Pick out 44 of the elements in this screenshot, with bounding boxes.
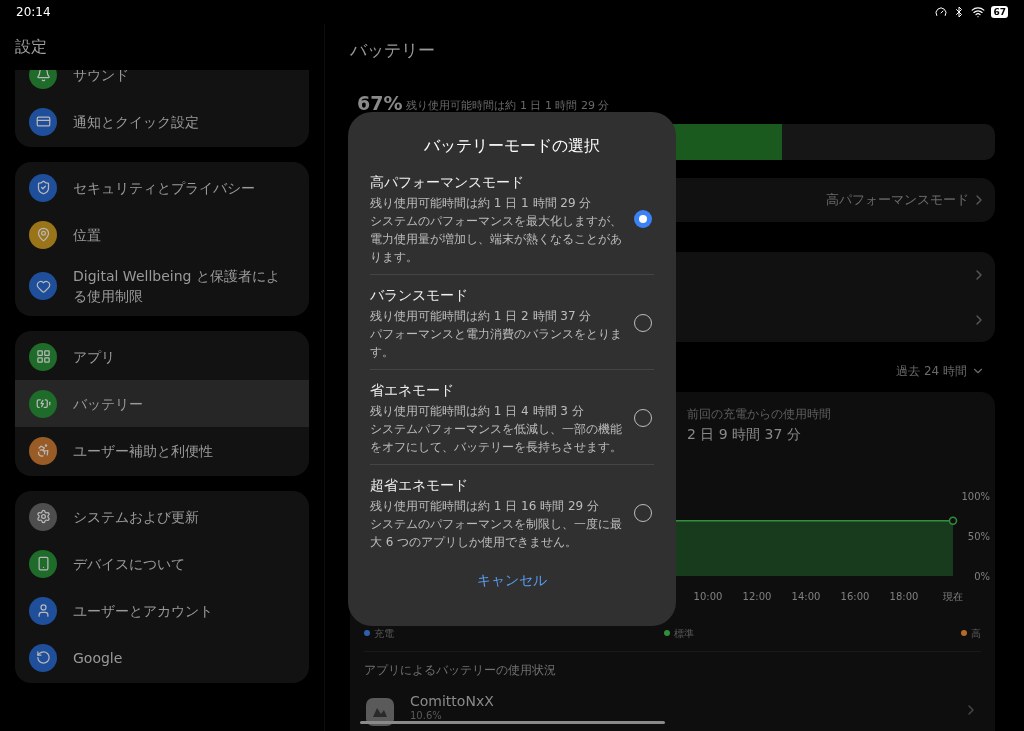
x-tick-label: 10:00 bbox=[693, 591, 723, 602]
y-tick-label: 100% bbox=[961, 491, 990, 502]
usage-value: 2 日 9 時間 37 分 bbox=[687, 425, 802, 444]
mode-value: 高パフォーマンスモード bbox=[826, 191, 969, 210]
sidebar-item-label: セキュリティとプライバシー bbox=[73, 178, 256, 198]
sidebar-item-label: アプリ bbox=[73, 347, 116, 367]
battery-indicator: 67 bbox=[991, 6, 1008, 18]
option-description: 残り使用可能時間は約 1 日 2 時間 37 分 パフォーマンスと電力消費のバランスをとります。 bbox=[370, 308, 622, 361]
sidebar-title: 設定 bbox=[15, 36, 47, 58]
sidebar-item-label: Google bbox=[73, 648, 124, 668]
sidebar-item-label: 位置 bbox=[73, 225, 102, 245]
apps-usage-title: アプリによるバッテリーの使用状況 bbox=[364, 662, 556, 679]
option-description: 残り使用可能時間は約 1 日 1 時間 29 分 システムのパフォーマンスを最大化しますが、電力使用量が増加し、端末が熱くなることがあります。 bbox=[370, 195, 622, 266]
sidebar-item-label: デバイスについて bbox=[73, 554, 186, 574]
status-time: 20:14 bbox=[16, 4, 51, 21]
remaining-time: 残り使用可能時間は約 1 日 1 時間 29 分 bbox=[406, 98, 610, 114]
x-tick-label: 14:00 bbox=[791, 591, 821, 602]
usage-label: 前回の充電からの使用時間 bbox=[687, 406, 832, 422]
option-description: 残り使用可能時間は約 1 日 16 時間 29 分 システムのパフォーマンスを制限し、一度に最大 6 つのアプリしか使用できません。 bbox=[370, 498, 622, 551]
sidebar-item-label: ユーザーとアカウント bbox=[73, 601, 214, 621]
battery-percent: 67% bbox=[357, 92, 403, 114]
sidebar-item-label: バッテリー bbox=[73, 394, 144, 414]
option-title: 高パフォーマンスモード bbox=[370, 173, 525, 192]
legend-label: 高 bbox=[971, 626, 981, 641]
x-tick-label: 16:00 bbox=[840, 591, 870, 602]
option-title: バランスモード bbox=[370, 286, 469, 305]
legend-label: 標準 bbox=[674, 626, 694, 641]
x-tick-label: 12:00 bbox=[742, 591, 772, 602]
x-tick-label: 現在 bbox=[943, 591, 963, 602]
dialog-title: バッテリーモードの選択 bbox=[424, 135, 600, 157]
option-title: 超省エネモード bbox=[370, 476, 469, 495]
sidebar-item-label: Digital Wellbeing と保護者による使用制限 bbox=[73, 267, 281, 306]
x-tick-label: 18:00 bbox=[889, 591, 919, 602]
legend-label: 充電 bbox=[374, 626, 394, 641]
page-title: バッテリー bbox=[350, 39, 435, 63]
option-title: 省エネモード bbox=[370, 381, 455, 400]
sidebar-item-label: ユーザー補助と利便性 bbox=[73, 441, 214, 461]
y-tick-label: 0% bbox=[974, 571, 990, 582]
app-share: 10.6% bbox=[410, 710, 443, 722]
sidebar-item-label: 通知とクイック設定 bbox=[73, 112, 200, 132]
app-name: ComittoNxX bbox=[410, 692, 494, 710]
y-tick-label: 50% bbox=[967, 531, 990, 542]
sidebar-item-label: システムおよび更新 bbox=[73, 507, 200, 527]
option-description: 残り使用可能時間は約 1 日 4 時間 3 分 システムパフォーマンスを低減し、一部の機能をオフにして、バッテリーを長持ちさせます。 bbox=[370, 403, 622, 456]
